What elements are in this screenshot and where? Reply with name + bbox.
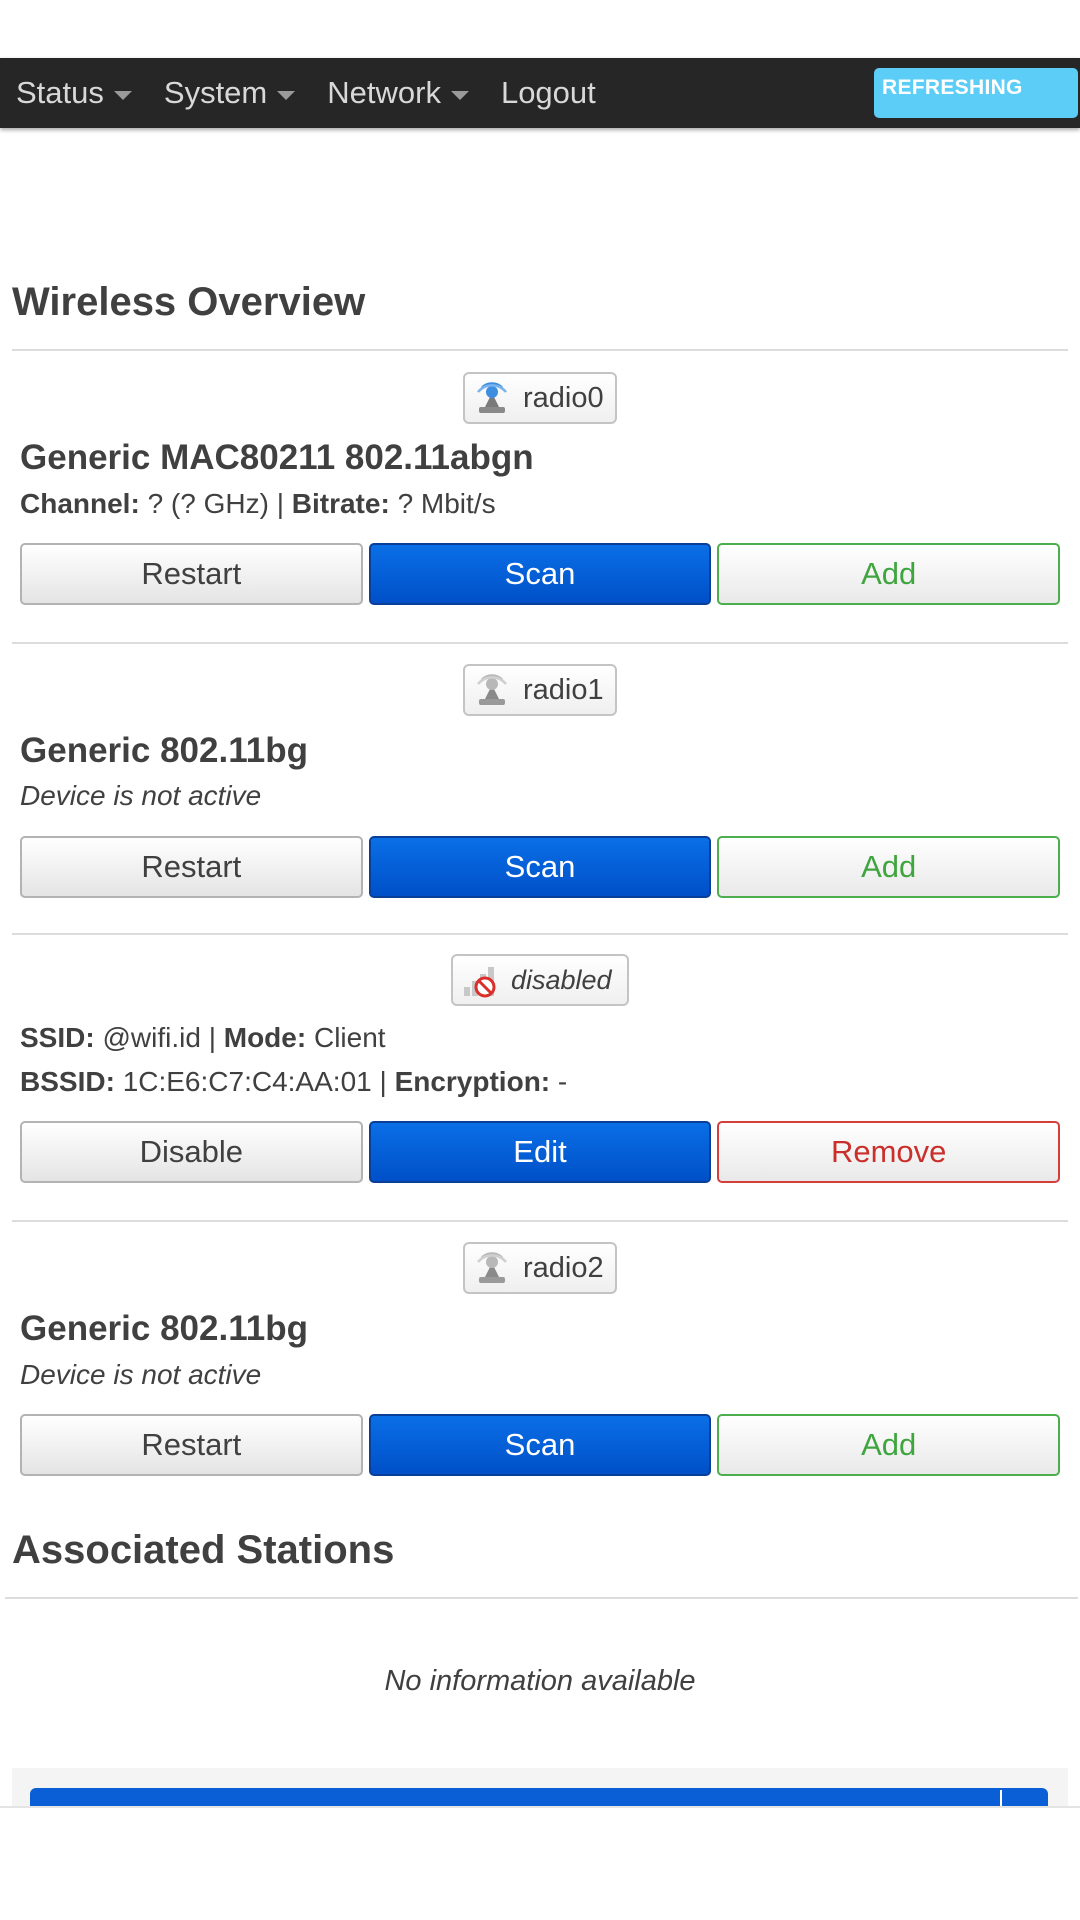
- radio0-add-button[interactable]: Add: [717, 543, 1061, 605]
- no-information-note: No information available: [384, 1665, 696, 1697]
- bitrate-label: Bitrate:: [291, 488, 390, 519]
- radio0-badge-label: radio0: [523, 381, 604, 414]
- bssid-label: BSSID:: [20, 1066, 115, 1097]
- divider: [5, 1597, 1078, 1599]
- radio1-status: Device is not active: [20, 780, 262, 811]
- network-actions: Disable Edit Remove: [20, 1121, 1061, 1183]
- encryption-label: Encryption:: [394, 1066, 551, 1097]
- caret-down-icon: [450, 90, 469, 100]
- info-separator: |: [276, 488, 284, 519]
- radio1-add-button[interactable]: Add: [717, 836, 1061, 898]
- radio1-device-name: Generic 802.11bg: [20, 731, 308, 770]
- divider: [12, 1220, 1068, 1222]
- divider: [12, 933, 1068, 935]
- radio0-badge: radio0: [463, 372, 617, 424]
- divider: [12, 642, 1068, 644]
- radio0-restart-button[interactable]: Restart: [20, 543, 363, 605]
- nav-status[interactable]: Status: [0, 58, 148, 128]
- nav-logout-label: Logout: [500, 75, 596, 110]
- nav-status-label: Status: [16, 75, 104, 110]
- ssid-value: @wifi.id: [102, 1022, 201, 1053]
- radio1-badge: radio1: [463, 664, 617, 716]
- radio0-info: Channel: ? (? GHz) | Bitrate: ? Mbit/s: [20, 488, 496, 520]
- network-edit-button[interactable]: Edit: [368, 1121, 712, 1183]
- encryption-value: -: [557, 1066, 568, 1097]
- radio0-actions: Restart Scan Add: [20, 543, 1061, 605]
- network-remove-button[interactable]: Remove: [717, 1121, 1061, 1183]
- associated-stations-title: Associated Stations: [12, 1528, 395, 1572]
- radio2-badge-label: radio2: [523, 1251, 604, 1284]
- bottom-divider: [0, 1806, 1080, 1808]
- radio1-actions: Restart Scan Add: [20, 836, 1061, 898]
- nav-system-label: System: [163, 75, 268, 110]
- refreshing-badge[interactable]: REFRESHING: [874, 68, 1078, 118]
- nav-network-label: Network: [327, 75, 441, 110]
- channel-label: Channel:: [20, 488, 140, 519]
- radio2-badge: radio2: [463, 1242, 617, 1294]
- radio0-scan-button[interactable]: Scan: [368, 543, 712, 605]
- bitrate-value: ? Mbit/s: [397, 488, 496, 519]
- caret-down-icon: [277, 90, 296, 100]
- network-bssid-line: BSSID: 1C:E6:C7:C4:AA:01 | Encryption: -: [20, 1066, 567, 1098]
- radio2-status: Device is not active: [20, 1359, 262, 1390]
- channel-value: ? (? GHz): [147, 488, 269, 519]
- network-disable-button[interactable]: Disable: [20, 1121, 363, 1183]
- radio0-device-name: Generic MAC80211 802.11abgn: [20, 438, 534, 477]
- nav-logout[interactable]: Logout: [485, 58, 612, 128]
- network-disabled-badge: disabled: [451, 954, 629, 1006]
- radio2-device-name: Generic 802.11bg: [20, 1309, 308, 1348]
- radio2-add-button[interactable]: Add: [717, 1414, 1061, 1476]
- network-ssid-line: SSID: @wifi.id | Mode: Client: [20, 1022, 386, 1054]
- info-separator: |: [379, 1066, 387, 1097]
- wifi-radio-inactive-icon: [473, 671, 511, 709]
- radio1-scan-button[interactable]: Scan: [368, 836, 712, 898]
- top-navbar: Status System Network Logout REFRESHING: [0, 58, 1080, 128]
- info-separator: |: [208, 1022, 216, 1053]
- network-badge-label: disabled: [511, 964, 612, 995]
- caret-down-icon: [113, 90, 132, 100]
- radio2-restart-button[interactable]: Restart: [20, 1414, 363, 1476]
- nav-system[interactable]: System: [148, 58, 311, 128]
- signal-disabled-icon: [461, 961, 499, 999]
- mode-label: Mode:: [223, 1022, 307, 1053]
- divider: [12, 349, 1068, 351]
- radio2-scan-button[interactable]: Scan: [368, 1414, 712, 1476]
- wifi-radio-inactive-icon: [473, 1249, 511, 1287]
- mode-value: Client: [313, 1022, 386, 1053]
- bottom-action-bar[interactable]: [30, 1788, 1048, 1808]
- radio1-badge-label: radio1: [523, 673, 604, 706]
- radio2-actions: Restart Scan Add: [20, 1414, 1061, 1476]
- wifi-radio-active-icon: [473, 379, 511, 417]
- radio1-restart-button[interactable]: Restart: [20, 836, 363, 898]
- bssid-value: 1C:E6:C7:C4:AA:01: [122, 1066, 372, 1097]
- ssid-label: SSID:: [20, 1022, 95, 1053]
- nav-network[interactable]: Network: [311, 58, 485, 128]
- wireless-overview-title: Wireless Overview: [12, 280, 366, 324]
